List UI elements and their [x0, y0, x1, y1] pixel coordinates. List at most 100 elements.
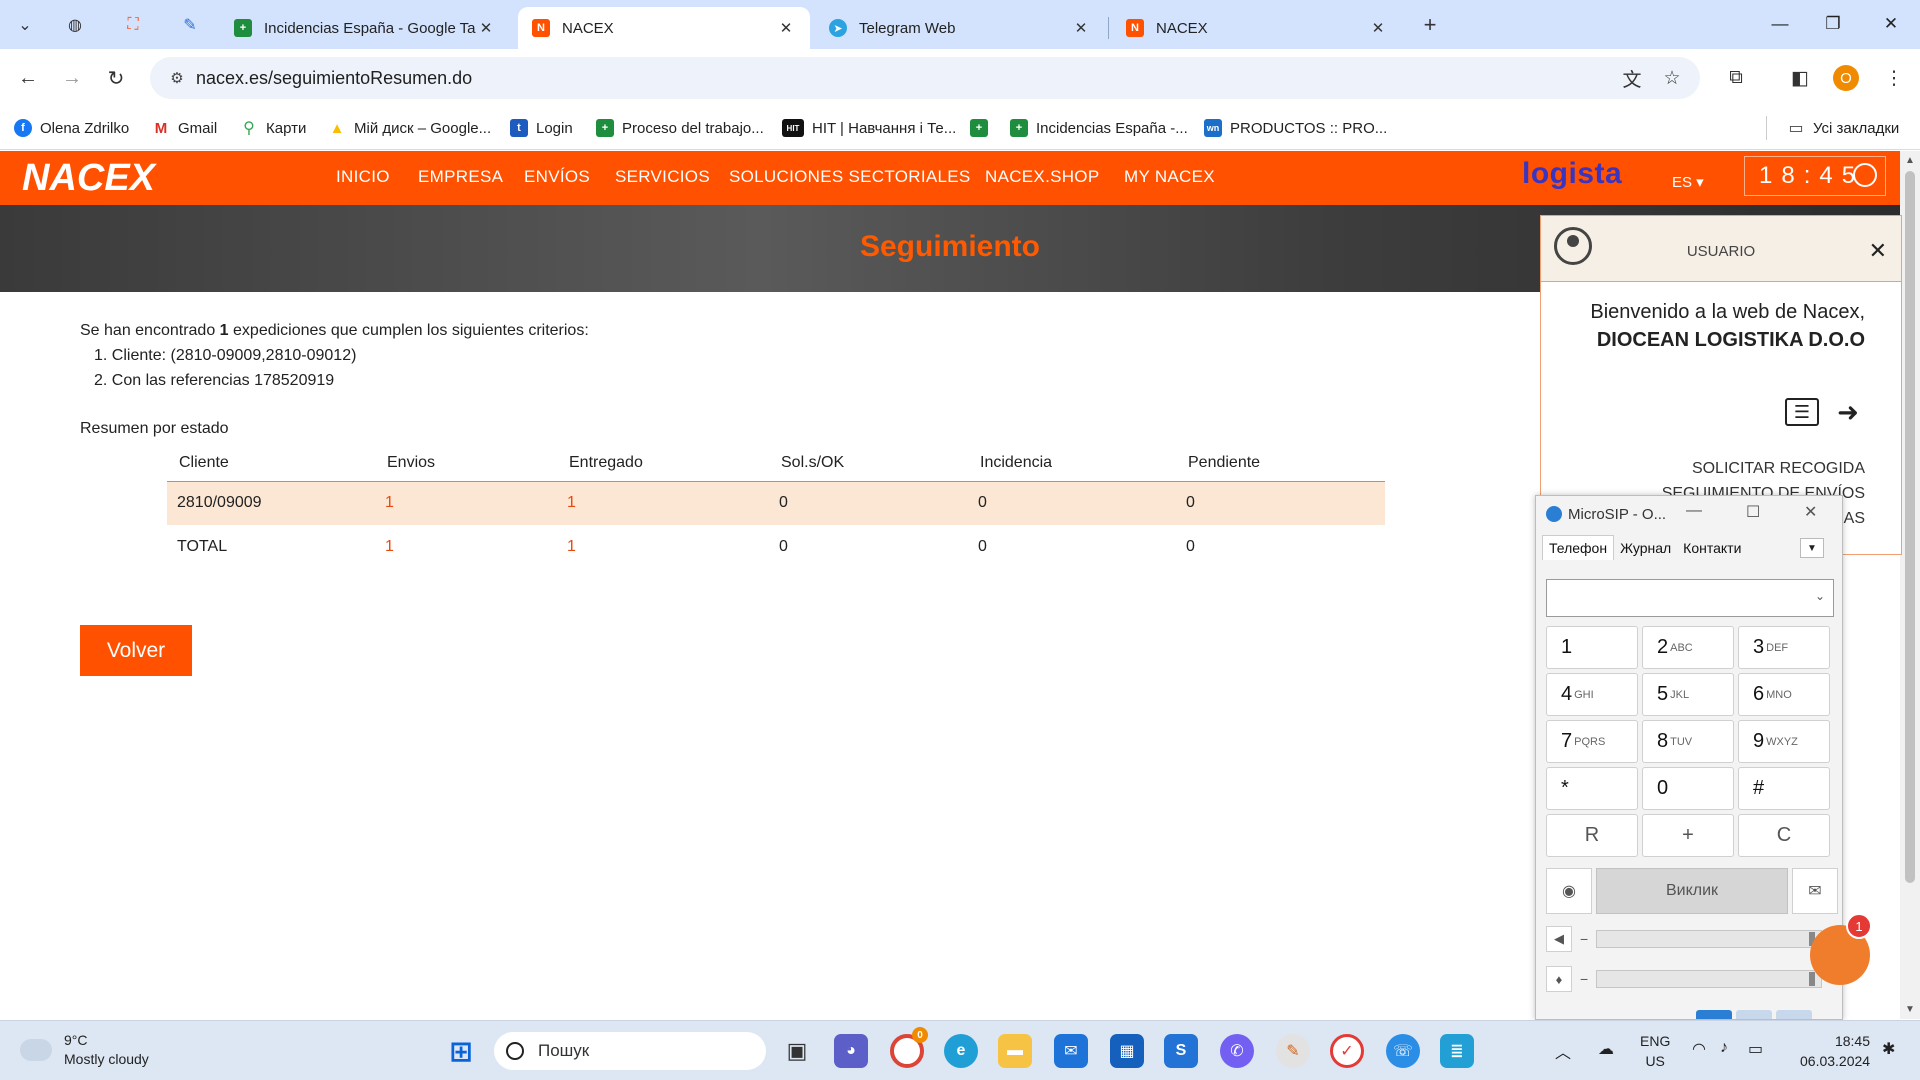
tab-incidencias[interactable]: + Incidencias España - Google Ta ✕: [220, 7, 510, 49]
tab-journal[interactable]: Журнал: [1614, 536, 1677, 560]
page-scrollbar[interactable]: ▲ ▼: [1900, 151, 1920, 1019]
minimize-button[interactable]: —: [1686, 502, 1702, 520]
language-selector[interactable]: ES ▾: [1672, 173, 1704, 191]
bookmark-incidencias[interactable]: + Incidencias España -...: [1010, 116, 1188, 140]
nav-envios[interactable]: ENVÍOS: [524, 167, 590, 187]
microphone-icon[interactable]: ♦: [1546, 966, 1572, 992]
bookmark-productos[interactable]: wn PRODUCTOS :: PRO...: [1204, 116, 1387, 140]
speaker-volume-slider[interactable]: [1596, 930, 1822, 948]
bookmark-sheets[interactable]: +: [970, 116, 996, 140]
extension-icon[interactable]: ✎: [175, 10, 205, 40]
tab-menu-dropdown-icon[interactable]: ▼: [1800, 538, 1824, 558]
scrollbar-thumb[interactable]: [1905, 171, 1915, 883]
site-info-icon[interactable]: ⚙: [158, 69, 196, 87]
wifi-icon[interactable]: ◠: [1692, 1039, 1706, 1059]
extensions-icon[interactable]: ⧉: [1722, 64, 1750, 92]
star-icon[interactable]: ☆: [1658, 64, 1686, 92]
nav-servicios[interactable]: SERVICIOS: [615, 167, 710, 187]
close-icon[interactable]: ✕: [776, 19, 796, 37]
bookmark-maps[interactable]: ⚲ Карти: [240, 116, 306, 140]
weather-widget[interactable]: 9°C Mostly cloudy: [20, 1031, 149, 1069]
microsip-taskbar-icon[interactable]: ☏: [1386, 1034, 1420, 1068]
back-button-volver[interactable]: Volver: [80, 625, 192, 676]
url-text[interactable]: nacex.es/seguimientoResumen.do: [196, 68, 472, 89]
notepad-icon[interactable]: ≣: [1440, 1034, 1474, 1068]
key-9[interactable]: 9 WXYZ: [1738, 720, 1830, 763]
edge-icon[interactable]: e: [944, 1034, 978, 1068]
all-bookmarks[interactable]: ▭ Усі закладки: [1766, 116, 1899, 140]
nav-soluciones[interactable]: SOLUCIONES SECTORIALES: [729, 167, 971, 187]
reload-button[interactable]: ↻: [100, 62, 132, 94]
call-button[interactable]: Виклик: [1596, 868, 1788, 914]
translate-icon[interactable]: 文: [1618, 64, 1646, 92]
close-button[interactable]: ✕: [1804, 502, 1817, 522]
entregado-link[interactable]: 1: [557, 481, 769, 525]
bookmark-facebook[interactable]: f Olena Zdrilko: [14, 116, 129, 140]
number-input[interactable]: ⌄: [1546, 579, 1834, 617]
minimize-button[interactable]: —: [1755, 8, 1805, 40]
file-explorer-icon[interactable]: ▬: [998, 1034, 1032, 1068]
message-icon[interactable]: ✉: [1792, 868, 1838, 914]
battery-icon[interactable]: ▭: [1748, 1039, 1763, 1059]
slider-thumb[interactable]: [1808, 972, 1815, 986]
app-s-icon[interactable]: S: [1164, 1034, 1198, 1068]
windows-start-icon[interactable]: ⊞: [444, 1034, 478, 1068]
nav-empresa[interactable]: EMPRESA: [418, 167, 503, 187]
speaker-icon[interactable]: ◀: [1546, 926, 1572, 952]
input-language[interactable]: ENG US: [1640, 1031, 1670, 1071]
restore-button[interactable]: ❐: [1808, 8, 1858, 40]
show-hidden-icons[interactable]: ︿: [1555, 1039, 1571, 1063]
key-star[interactable]: *: [1546, 767, 1638, 810]
task-view-icon[interactable]: ▣: [780, 1034, 814, 1068]
tab-search-icon[interactable]: ⌄: [10, 10, 40, 40]
app-icon[interactable]: ✎: [1276, 1034, 1310, 1068]
entregado-link[interactable]: 1: [557, 525, 769, 569]
close-icon[interactable]: ✕: [476, 19, 496, 37]
close-icon[interactable]: ✕: [1071, 19, 1091, 37]
key-redial[interactable]: R: [1546, 814, 1638, 857]
key-5[interactable]: 5 JKL: [1642, 673, 1734, 716]
globe-icon[interactable]: ◍: [60, 10, 90, 40]
contact-card-icon[interactable]: ☰: [1785, 398, 1819, 426]
teams-icon[interactable]: ◕: [834, 1034, 868, 1068]
key-3[interactable]: 3 DEF: [1738, 626, 1830, 669]
key-8[interactable]: 8 TUV: [1642, 720, 1734, 763]
envios-link[interactable]: 1: [375, 481, 557, 525]
taskbar-clock[interactable]: 18:45 06.03.2024: [1800, 1031, 1870, 1071]
scroll-down-icon[interactable]: ▼: [1905, 1004, 1915, 1015]
address-bar[interactable]: ⚙ nacex.es/seguimientoResumen.do: [150, 57, 1700, 99]
chevron-down-icon[interactable]: ⌄: [1815, 589, 1825, 603]
back-button[interactable]: ←: [12, 62, 44, 94]
tab-telegram[interactable]: ➤ Telegram Web ✕: [815, 7, 1105, 49]
new-tab-button[interactable]: +: [1415, 10, 1445, 40]
nav-nacex-shop[interactable]: NACEX.SHOP: [985, 167, 1099, 187]
nav-my-nacex[interactable]: MY NACEX: [1124, 167, 1215, 187]
store-icon[interactable]: ▦: [1110, 1034, 1144, 1068]
key-1[interactable]: 1: [1546, 626, 1638, 669]
logista-logo[interactable]: logista: [1522, 157, 1622, 191]
tab-phone[interactable]: Телефон: [1542, 535, 1615, 560]
key-7[interactable]: 7 PQRS: [1546, 720, 1638, 763]
bookmark-hit[interactable]: HIT HIT | Навчання і Те...: [782, 116, 956, 140]
key-clear[interactable]: C: [1738, 814, 1830, 857]
bookmark-login[interactable]: t Login: [510, 116, 573, 140]
voicemail-icon[interactable]: ◉: [1546, 868, 1592, 914]
screenshot-extension-icon[interactable]: ⛶: [118, 10, 148, 40]
logout-icon[interactable]: ➜: [1831, 397, 1865, 427]
scroll-up-icon[interactable]: ▲: [1905, 155, 1915, 166]
close-window-button[interactable]: ✕: [1866, 8, 1916, 40]
link-truncated[interactable]: AS: [1844, 510, 1865, 528]
close-icon[interactable]: ✕: [1368, 19, 1388, 37]
nav-inicio[interactable]: INICIO: [336, 167, 390, 187]
tab-contacts[interactable]: Контакти: [1677, 536, 1747, 560]
maximize-button[interactable]: ☐: [1746, 502, 1760, 522]
volume-icon[interactable]: ♪: [1720, 1039, 1728, 1057]
link-solicitar-recogida[interactable]: SOLICITAR RECOGIDA: [1692, 460, 1865, 478]
close-icon[interactable]: ✕: [1869, 238, 1887, 264]
bookmark-gmail[interactable]: M Gmail: [152, 116, 217, 140]
envios-link[interactable]: 1: [375, 525, 557, 569]
menu-icon[interactable]: ⋮: [1880, 64, 1908, 92]
onedrive-icon[interactable]: ☁: [1598, 1039, 1614, 1059]
key-0[interactable]: 0: [1642, 767, 1734, 810]
mail-icon[interactable]: ✉: [1054, 1034, 1088, 1068]
